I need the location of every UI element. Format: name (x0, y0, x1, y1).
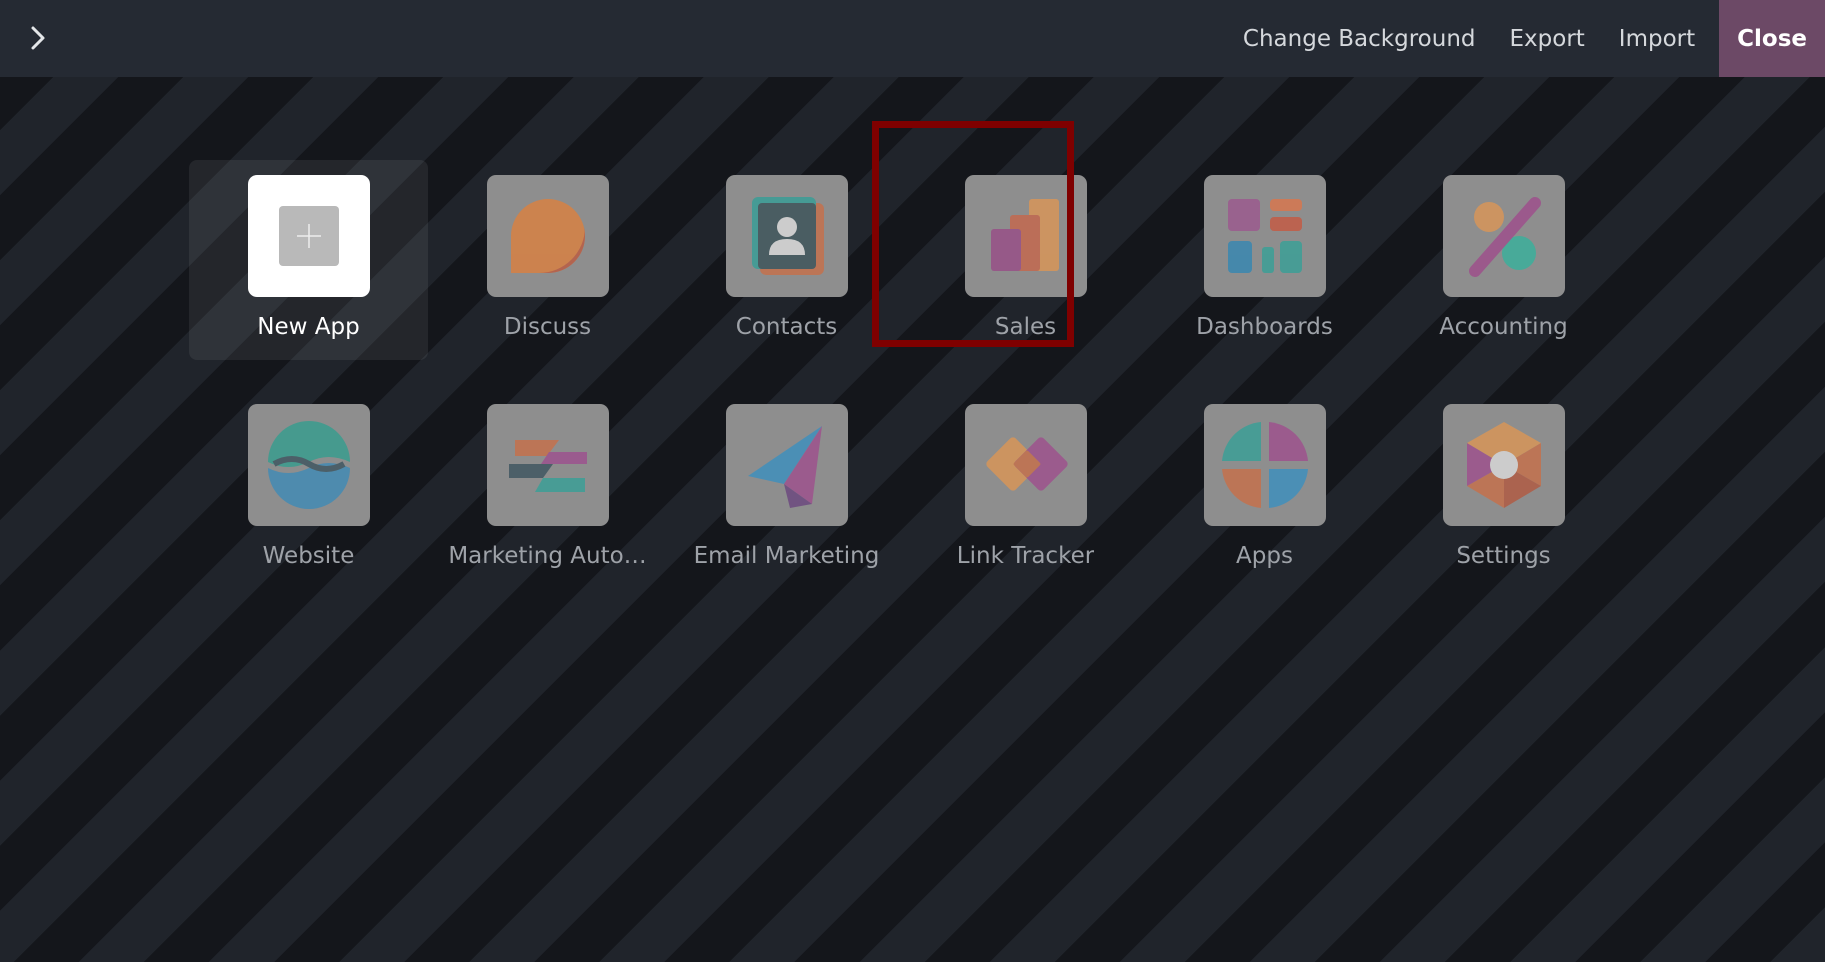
app-label: Marketing Auto… (448, 543, 647, 569)
export-button[interactable]: Export (1493, 26, 1602, 52)
discuss-icon (486, 175, 609, 297)
change-background-button[interactable]: Change Background (1226, 26, 1493, 52)
app-email-marketing[interactable]: Email Marketing (667, 389, 906, 589)
app-label: Contacts (735, 314, 838, 340)
app-label: Website (262, 543, 355, 569)
app-new-app[interactable]: New App (189, 160, 428, 360)
app-website[interactable]: Website (189, 389, 428, 589)
close-button[interactable]: Close (1719, 0, 1825, 77)
website-icon (247, 404, 370, 526)
apps-icon (1203, 404, 1326, 526)
app-label: Discuss (503, 314, 592, 340)
app-label: Link Tracker (956, 543, 1095, 569)
import-button[interactable]: Import (1602, 26, 1712, 52)
app-label: Dashboards (1196, 314, 1333, 340)
app-sales[interactable]: Sales (872, 121, 1145, 360)
app-marketing-automation[interactable]: Marketing Auto… (428, 389, 667, 589)
link-tracker-icon (964, 404, 1087, 526)
email-marketing-icon (725, 404, 848, 526)
marketing-automation-icon (486, 404, 609, 526)
app-discuss[interactable]: Discuss (428, 160, 667, 360)
app-settings[interactable]: Settings (1384, 389, 1623, 589)
app-label: Settings (1456, 543, 1551, 569)
app-apps[interactable]: Apps (1145, 389, 1384, 589)
app-accounting[interactable]: Accounting (1384, 160, 1623, 360)
chevron-right-icon[interactable] (18, 18, 58, 58)
app-label: Email Marketing (693, 543, 880, 569)
contacts-icon (725, 175, 848, 297)
app-label: Accounting (1439, 314, 1568, 340)
top-actions: Change Background Export Import Close (1226, 0, 1825, 77)
app-label: Sales (994, 314, 1057, 340)
app-grid: New App Discuss Contacts Sales Dashboard… (189, 121, 1623, 618)
accounting-icon (1442, 175, 1565, 297)
app-label: New App (257, 314, 360, 340)
top-bar: Change Background Export Import Close (0, 0, 1825, 77)
app-label: Apps (1236, 543, 1293, 569)
dashboards-icon (1203, 175, 1326, 297)
app-dashboards[interactable]: Dashboards (1145, 160, 1384, 360)
app-contacts[interactable]: Contacts (667, 160, 906, 360)
sales-icon (964, 175, 1087, 297)
new-app-icon (247, 175, 370, 297)
settings-icon (1442, 404, 1565, 526)
app-link-tracker[interactable]: Link Tracker (906, 389, 1145, 589)
